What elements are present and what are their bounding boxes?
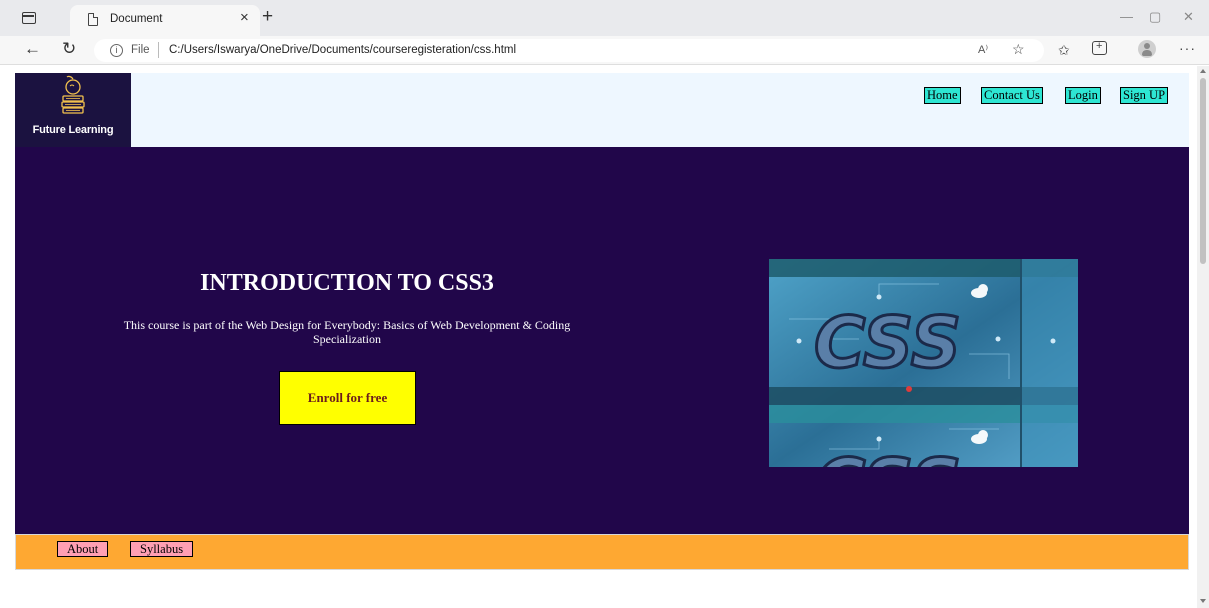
css-image-text-repeat: CSS	[814, 444, 961, 467]
nav-home-link[interactable]: Home	[924, 87, 961, 104]
page-viewport: Future Learning Home Contact Us Login Si…	[0, 66, 1209, 608]
url-divider	[158, 42, 159, 58]
read-aloud-icon[interactable]: A⁾	[978, 43, 988, 56]
more-options-icon[interactable]: ···	[1179, 40, 1196, 56]
profile-avatar-icon[interactable]	[1138, 40, 1156, 58]
logo-text: Future Learning	[32, 124, 114, 136]
course-footer-bar: About Syllabus	[15, 534, 1189, 570]
course-description: This course is part of the Web Design fo…	[123, 318, 571, 346]
scroll-up-icon[interactable]	[1200, 69, 1206, 73]
minimize-icon[interactable]: —	[1120, 10, 1133, 23]
css-image-text: CSS	[814, 302, 961, 384]
course-title: INTRODUCTION TO CSS3	[200, 270, 494, 296]
info-icon[interactable]: i	[110, 44, 123, 57]
about-link[interactable]: About	[57, 541, 109, 557]
syllabus-link[interactable]: Syllabus	[130, 541, 194, 557]
new-tab-icon[interactable]: +	[262, 7, 273, 26]
tab-close-icon[interactable]: ×	[240, 10, 249, 25]
apple-books-logo-icon	[61, 75, 85, 114]
vertical-scrollbar[interactable]	[1197, 66, 1209, 608]
add-favorite-icon[interactable]: ☆	[1012, 41, 1025, 58]
site-header: Future Learning Home Contact Us Login Si…	[15, 73, 1189, 147]
maximize-icon[interactable]: ▢	[1149, 10, 1161, 23]
scroll-thumb[interactable]	[1200, 78, 1206, 264]
file-label: File	[131, 44, 150, 56]
browser-toolbar: ← ↻ i File C:/Users/Iswarya/OneDrive/Doc…	[0, 36, 1209, 65]
address-bar[interactable]: i File C:/Users/Iswarya/OneDrive/Documen…	[94, 39, 1044, 62]
nav-signup-link[interactable]: Sign UP	[1120, 87, 1169, 104]
favorites-icon[interactable]: ✩	[1058, 42, 1070, 59]
tab-actions-icon[interactable]	[22, 12, 36, 24]
reload-icon[interactable]: ↻	[62, 40, 76, 57]
document-icon	[88, 13, 98, 26]
url-text[interactable]: C:/Users/Iswarya/OneDrive/Documents/cour…	[169, 44, 516, 56]
course-image: CSS CSS	[769, 259, 1078, 467]
hero-section: INTRODUCTION TO CSS3 This course is part…	[15, 147, 1189, 534]
scroll-down-icon[interactable]	[1200, 599, 1206, 603]
nav-contact-link[interactable]: Contact Us	[981, 87, 1043, 104]
enroll-button[interactable]: Enroll for free	[279, 371, 416, 425]
tab-title: Document	[110, 13, 163, 25]
nav-login-link[interactable]: Login	[1065, 87, 1101, 104]
browser-tab[interactable]: Document ×	[70, 5, 260, 36]
back-icon[interactable]: ←	[24, 40, 41, 57]
logo[interactable]: Future Learning	[15, 73, 131, 147]
collections-icon[interactable]	[1092, 40, 1107, 55]
css-illustration: CSS CSS	[769, 259, 1078, 467]
close-window-icon[interactable]: ✕	[1183, 10, 1194, 23]
browser-tab-bar: Document × + — ▢ ✕	[0, 0, 1209, 36]
